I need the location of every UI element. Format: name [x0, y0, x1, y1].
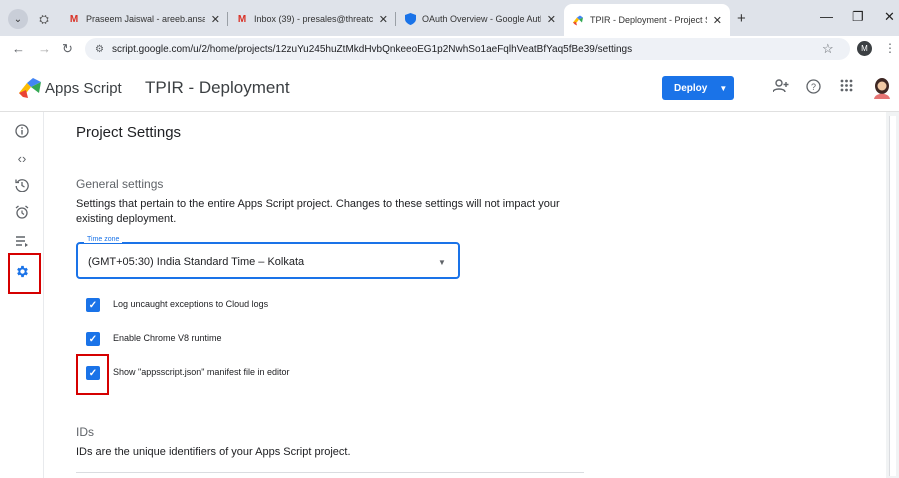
browser-tab[interactable]: OAuth Overview - Google Auth ✕ — [404, 8, 556, 30]
shield-icon — [404, 13, 416, 25]
help-icon[interactable]: ? — [806, 79, 821, 97]
back-arrow-icon[interactable]: ← — [12, 41, 25, 56]
deploy-button[interactable]: Deploy ▼ — [662, 76, 734, 100]
browser-menu-icon[interactable]: ⋮ — [884, 41, 896, 55]
project-name[interactable]: TPIR - Deployment — [145, 78, 290, 98]
user-avatar[interactable] — [872, 77, 892, 99]
close-tab-icon[interactable]: ✕ — [379, 13, 388, 26]
show-manifest-label: Show "appsscript.json" manifest file in … — [113, 367, 290, 377]
bookmark-star-icon[interactable]: ☆ — [822, 41, 834, 57]
url-input[interactable]: ⚙ script.google.com/u/2/home/projects/12… — [85, 38, 850, 60]
browser-tab-title: Inbox (39) - presales@threatcop — [254, 14, 373, 24]
tab-separator — [395, 12, 396, 26]
v8-runtime-label: Enable Chrome V8 runtime — [113, 333, 222, 343]
manifest-highlight-box — [76, 354, 109, 395]
v8-runtime-checkbox[interactable]: ✓ — [86, 332, 100, 346]
overview-info-icon[interactable] — [13, 122, 31, 140]
browser-tab-title: Praseem Jaiswal - areeb.ansari@ — [86, 14, 205, 24]
timezone-label: Time zone — [84, 236, 123, 243]
new-tab-icon[interactable]: + — [737, 10, 746, 27]
browser-tab-title: OAuth Overview - Google Auth — [422, 14, 541, 24]
app-name: Apps Script — [45, 80, 122, 97]
url-text: script.google.com/u/2/home/projects/12zu… — [111, 43, 633, 55]
general-settings-heading: General settings — [76, 177, 164, 191]
browser-tab-active[interactable]: TPIR - Deployment - Project Se ✕ — [564, 4, 730, 36]
close-tab-icon[interactable]: ✕ — [211, 13, 220, 26]
close-tab-icon[interactable]: ✕ — [547, 13, 556, 26]
main-content — [44, 112, 886, 478]
editor-code-icon[interactable]: ‹› — [13, 149, 31, 167]
apps-script-logo-icon[interactable] — [18, 78, 42, 98]
window-close-icon[interactable]: ✕ — [884, 9, 895, 25]
forward-arrow-icon[interactable]: → — [38, 41, 51, 56]
left-nav-rail: ‹› — [0, 112, 44, 478]
ids-heading: IDs — [76, 425, 94, 439]
scrollbar[interactable] — [886, 112, 899, 478]
share-add-person-icon[interactable] — [772, 79, 789, 96]
profile-avatar[interactable]: M — [857, 41, 872, 56]
divider — [76, 472, 584, 473]
browser-tab[interactable]: M Inbox (39) - presales@threatcop ✕ — [236, 8, 388, 30]
browser-tab-title: TPIR - Deployment - Project Se — [590, 15, 707, 25]
caret-down-icon: ▼ — [719, 83, 728, 93]
log-exceptions-checkbox[interactable]: ✓ — [86, 298, 100, 312]
ids-description: IDs are the unique identifiers of your A… — [76, 446, 351, 458]
close-tab-icon[interactable]: ✕ — [713, 14, 722, 27]
reload-icon[interactable]: ↻ — [62, 41, 73, 57]
browser-tab[interactable]: M Praseem Jaiswal - areeb.ansari@ ✕ — [68, 8, 220, 30]
gmail-icon: M — [69, 13, 79, 25]
settings-highlight-box — [8, 253, 41, 294]
tab-separator — [227, 12, 228, 26]
apps-grid-icon[interactable] — [840, 79, 853, 95]
gmail-icon: M — [237, 13, 247, 25]
general-settings-description: Settings that pertain to the entire Apps… — [76, 198, 560, 225]
address-bar: ← → ↻ ⚙ script.google.com/u/2/home/proje… — [0, 36, 899, 62]
app-header: Apps Script TPIR - Deployment Deploy ▼ ? — [0, 62, 899, 112]
minimize-icon[interactable]: — — [820, 9, 833, 24]
executions-list-icon[interactable] — [13, 232, 31, 250]
scrollbar-thumb[interactable] — [889, 116, 896, 476]
svg-text:?: ? — [811, 82, 816, 92]
triggers-alarm-icon[interactable] — [13, 203, 31, 221]
dropdown-caret-icon[interactable]: ▼ — [438, 258, 446, 267]
apps-script-icon — [572, 14, 584, 26]
page-title: Project Settings — [76, 124, 182, 141]
restore-icon[interactable]: ❐ — [852, 9, 864, 25]
pinned-tab-icon[interactable]: ⛭ — [36, 11, 52, 27]
tab-search-chevron-icon[interactable]: ⌄ — [8, 9, 28, 29]
log-exceptions-label: Log uncaught exceptions to Cloud logs — [113, 299, 269, 309]
timezone-value: (GMT+05:30) India Standard Time – Kolkat… — [88, 256, 305, 268]
site-info-icon[interactable]: ⚙ — [95, 44, 104, 55]
deploy-button-label: Deploy — [674, 82, 708, 94]
browser-tabstrip: ⌄ ⛭ M Praseem Jaiswal - areeb.ansari@ ✕ … — [0, 0, 899, 36]
history-icon[interactable] — [13, 176, 31, 194]
